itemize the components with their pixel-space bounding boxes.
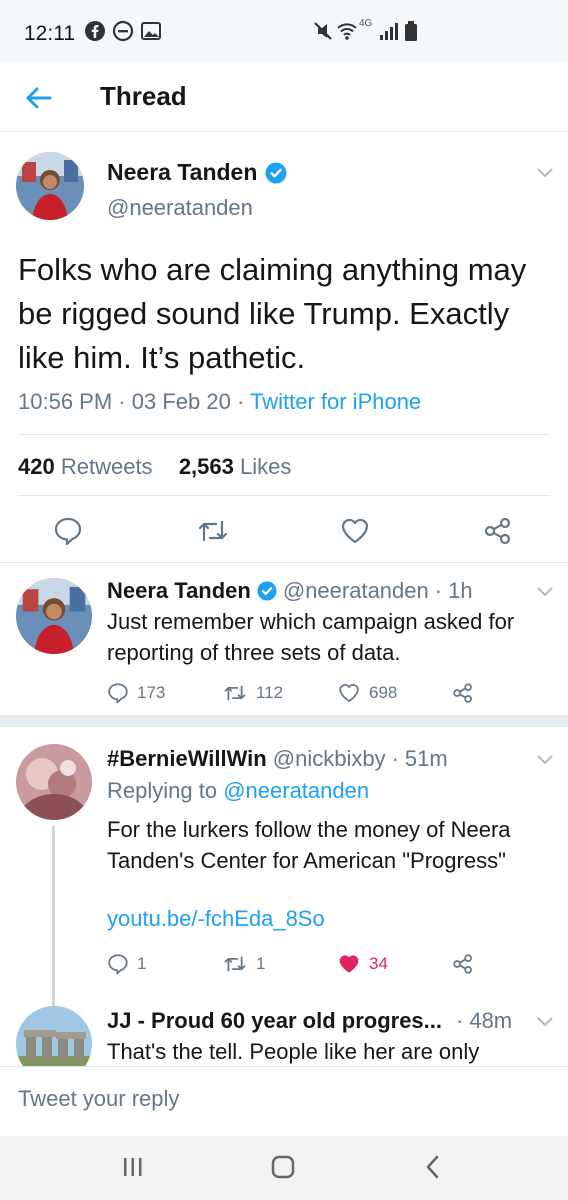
retweet-count: 1 <box>256 954 266 973</box>
page-title: Thread <box>100 81 187 111</box>
chevron-down-icon[interactable] <box>536 754 554 766</box>
author-name[interactable]: Neera Tanden <box>107 578 251 604</box>
status-time: 12:11 <box>24 22 75 45</box>
tweet-meta: 10:56 PM · 03 Feb 20 · Twitter for iPhon… <box>18 389 421 415</box>
tweet-time: 10:56 PM <box>18 389 113 414</box>
chevron-down-icon[interactable] <box>536 167 554 179</box>
reply-text: That's the tell. People like her are onl… <box>107 1039 480 1064</box>
reply-text: For the lurkers follow the money of Neer… <box>107 817 511 873</box>
signal-icon <box>380 23 398 40</box>
tweet-text: Folks who are claiming anything may be r… <box>18 252 527 375</box>
back-icon[interactable] <box>418 1152 448 1182</box>
like-count: 698 <box>369 683 398 702</box>
like-count: 34 <box>369 954 388 973</box>
retweet-icon[interactable] <box>196 516 230 546</box>
recents-icon[interactable] <box>118 1152 148 1182</box>
dnd-icon <box>112 20 134 42</box>
time-separator: · <box>434 578 443 603</box>
thread-connector <box>52 826 55 1006</box>
reply-input[interactable]: Tweet your reply <box>18 1086 179 1112</box>
reply-button[interactable]: 1 <box>107 953 146 975</box>
divider <box>18 434 550 435</box>
tweet-time-ago: 1h <box>448 578 473 603</box>
avatar-image <box>16 578 92 654</box>
reply-icon[interactable] <box>53 516 83 546</box>
share-icon[interactable] <box>483 516 513 546</box>
divider <box>0 562 568 563</box>
time-separator: · <box>391 746 399 771</box>
reply-header: Neera Tanden @neeratanden · 1h <box>107 578 473 604</box>
likes-stat[interactable]: 2,563 Likes <box>179 454 292 479</box>
reply-header: #BernieWillWin @nickbixby · 51m <box>107 746 448 772</box>
retweets-stat[interactable]: 420 Retweets <box>18 454 153 479</box>
avatar[interactable] <box>16 744 92 820</box>
mute-icon <box>314 22 332 40</box>
avatar-image <box>16 152 84 220</box>
home-icon[interactable] <box>268 1152 298 1182</box>
author-handle[interactable]: @neeratanden <box>107 195 253 221</box>
network-label: 4G <box>359 18 373 29</box>
retweet-count: 112 <box>256 683 284 702</box>
avatar-image <box>16 744 92 820</box>
avatar[interactable] <box>16 152 84 220</box>
time-separator: · <box>456 1008 464 1033</box>
reply-icon <box>108 954 128 975</box>
reply-count: 173 <box>137 683 166 702</box>
tweet-date: 03 Feb 20 <box>131 389 231 414</box>
wifi-icon <box>337 23 357 40</box>
author-handle[interactable]: @neeratanden <box>283 578 429 604</box>
like-button[interactable]: 34 <box>337 953 388 975</box>
retweet-icon <box>224 956 246 972</box>
gallery-icon <box>141 22 161 40</box>
reply-header: JJ - Proud 60 year old progres... · 48m <box>107 1008 512 1034</box>
tweet-link[interactable]: youtu.be/-fchEda_8So <box>107 906 325 932</box>
facebook-icon <box>85 21 105 41</box>
share-icon[interactable] <box>452 682 474 704</box>
chevron-down-icon[interactable] <box>536 1016 554 1028</box>
like-button[interactable]: 698 <box>337 682 397 704</box>
retweet-icon <box>224 685 246 701</box>
divider <box>18 495 550 496</box>
reply-count: 1 <box>137 954 147 973</box>
verified-badge-icon <box>265 162 287 183</box>
replying-to-handle[interactable]: @neeratanden <box>223 778 369 803</box>
avatar[interactable] <box>16 578 92 654</box>
tweet-source[interactable]: Twitter for iPhone <box>250 389 421 414</box>
system-nav-bar <box>0 1136 568 1200</box>
reply-icon <box>108 683 128 704</box>
reply-text: Just remember which campaign asked for r… <box>107 609 515 665</box>
status-bar: 12:11 4G <box>0 0 568 62</box>
verified-badge-icon <box>257 581 277 601</box>
liked-heart-icon <box>339 955 359 973</box>
share-icon[interactable] <box>452 953 474 975</box>
reply-button[interactable]: 173 <box>107 682 165 704</box>
author-name[interactable]: #BernieWillWin <box>107 746 267 772</box>
retweet-button[interactable]: 1 <box>222 953 265 975</box>
meta-separator: · <box>236 389 250 414</box>
like-icon <box>339 684 359 702</box>
chevron-down-icon[interactable] <box>536 586 554 598</box>
retweet-button[interactable]: 112 <box>222 682 283 704</box>
meta-separator: · <box>118 389 132 414</box>
tweet-time-ago: 48m <box>469 1008 513 1033</box>
tweet-time-ago: 51m <box>404 746 448 771</box>
like-icon[interactable] <box>340 516 370 546</box>
section-separator <box>0 715 568 727</box>
back-arrow-icon[interactable] <box>20 80 56 116</box>
reply-composer[interactable]: Tweet your reply <box>0 1066 568 1136</box>
author-name[interactable]: JJ - Proud 60 year old progres... <box>107 1008 442 1034</box>
tweet-stats: 420 Retweets 2,563 Likes <box>18 454 291 480</box>
thread-header: Thread <box>0 62 568 132</box>
author-name[interactable]: Neera Tanden <box>107 159 287 186</box>
battery-icon <box>405 21 417 41</box>
author-handle[interactable]: @nickbixby <box>273 746 386 772</box>
replying-to-line: Replying to @neeratanden <box>107 778 370 803</box>
